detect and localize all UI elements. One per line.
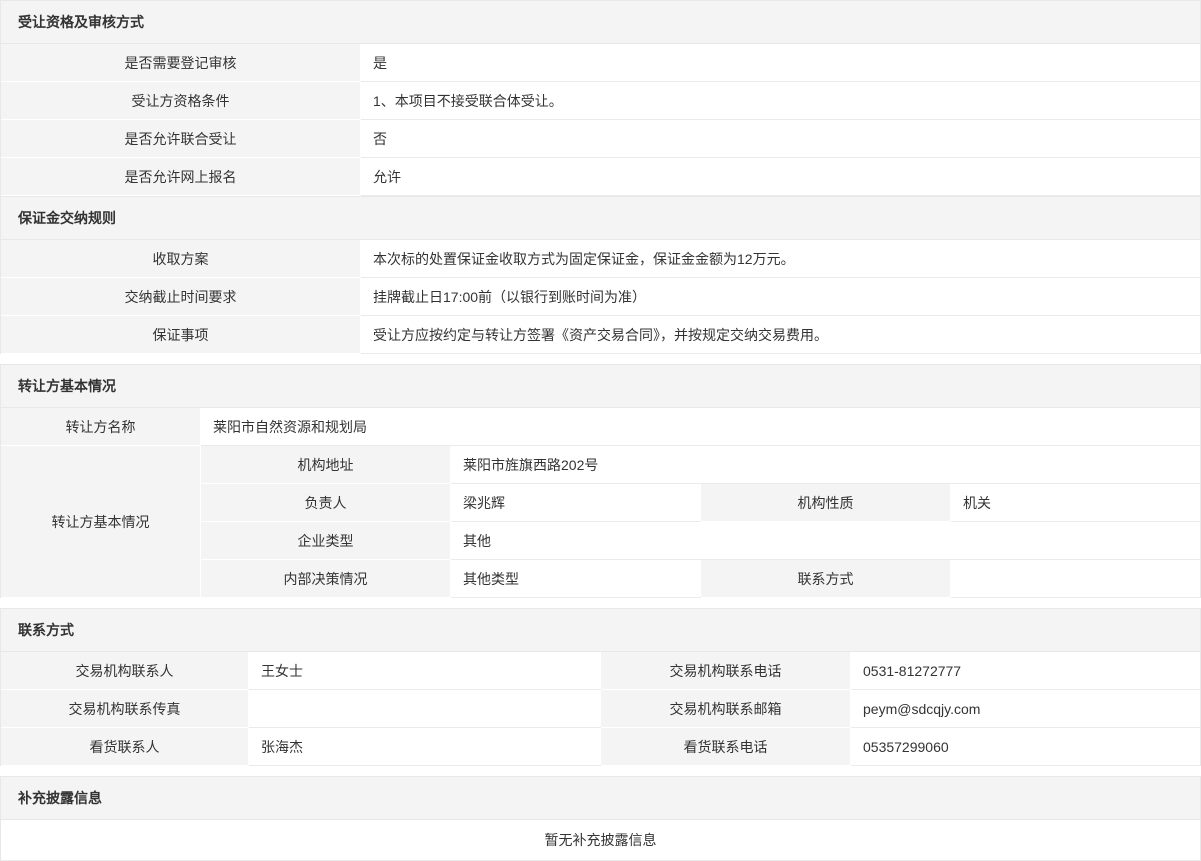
field-value: 梁兆辉 bbox=[451, 484, 701, 522]
table-row: 是否需要登记审核 是 bbox=[1, 44, 1200, 82]
field-value: 受让方应按约定与转让方签署《资产交易合同》，并按规定交纳交易费用。 bbox=[361, 316, 1200, 354]
table-row: 保证事项 受让方应按约定与转让方签署《资产交易合同》，并按规定交纳交易费用。 bbox=[1, 316, 1200, 354]
field-label: 联系方式 bbox=[701, 560, 951, 598]
section-header-row: 补充披露信息 bbox=[1, 776, 1200, 820]
field-label: 受让方资格条件 bbox=[1, 82, 361, 120]
section-title: 转让方基本情况 bbox=[1, 364, 1200, 408]
field-label: 交纳截止时间要求 bbox=[1, 278, 361, 316]
section-header-row: 保证金交纳规则 bbox=[1, 196, 1200, 240]
field-label: 转让方名称 bbox=[1, 408, 201, 446]
field-label: 保证事项 bbox=[1, 316, 361, 354]
table-row: 暂无补充披露信息 bbox=[1, 820, 1200, 861]
section-contact-table: 联系方式 交易机构联系人 王女士 交易机构联系电话 0531-81272777 … bbox=[0, 608, 1201, 766]
field-value bbox=[249, 690, 601, 728]
group-label: 转让方基本情况 bbox=[1, 446, 201, 598]
section-title: 补充披露信息 bbox=[1, 776, 1200, 820]
field-value bbox=[951, 560, 1200, 598]
table-row: 交纳截止时间要求 挂牌截止日17:00前（以银行到账时间为准） bbox=[1, 278, 1200, 316]
field-value: 其他 bbox=[451, 522, 1200, 560]
field-label: 负责人 bbox=[201, 484, 451, 522]
table-row: 转让方名称 莱阳市自然资源和规划局 bbox=[1, 408, 1200, 446]
section-header-row: 受让资格及审核方式 bbox=[1, 0, 1200, 44]
field-value: 本次标的处置保证金收取方式为固定保证金，保证金金额为12万元。 bbox=[361, 240, 1200, 278]
table-row: 交易机构联系人 王女士 交易机构联系电话 0531-81272777 bbox=[1, 652, 1200, 690]
table-row: 是否允许联合受让 否 bbox=[1, 120, 1200, 158]
field-label: 是否需要登记审核 bbox=[1, 44, 361, 82]
field-value: 否 bbox=[361, 120, 1200, 158]
field-label: 交易机构联系传真 bbox=[1, 690, 249, 728]
empty-disclosure-text: 暂无补充披露信息 bbox=[1, 820, 1200, 861]
field-label: 机构地址 bbox=[201, 446, 451, 484]
field-value: 王女士 bbox=[249, 652, 601, 690]
field-label: 企业类型 bbox=[201, 522, 451, 560]
field-value: 允许 bbox=[361, 158, 1200, 196]
table-row: 交易机构联系传真 交易机构联系邮箱 peym@sdcqjy.com bbox=[1, 690, 1200, 728]
field-label: 交易机构联系电话 bbox=[601, 652, 851, 690]
field-label: 是否允许联合受让 bbox=[1, 120, 361, 158]
section-qualification-table: 受让资格及审核方式 是否需要登记审核 是 受让方资格条件 1、本项目不接受联合体… bbox=[0, 0, 1201, 196]
section-header-row: 联系方式 bbox=[1, 608, 1200, 652]
field-label: 看货联系电话 bbox=[601, 728, 851, 766]
section-supplementary-table: 补充披露信息 暂无补充披露信息 bbox=[0, 776, 1201, 861]
table-row: 收取方案 本次标的处置保证金收取方式为固定保证金，保证金金额为12万元。 bbox=[1, 240, 1200, 278]
section-transferor-table: 转让方基本情况 转让方名称 莱阳市自然资源和规划局 转让方基本情况 机构地址 莱… bbox=[0, 364, 1201, 598]
field-label: 交易机构联系人 bbox=[1, 652, 249, 690]
section-deposit-table: 保证金交纳规则 收取方案 本次标的处置保证金收取方式为固定保证金，保证金金额为1… bbox=[0, 196, 1201, 354]
field-value: 0531-81272777 bbox=[851, 652, 1200, 690]
section-header-row: 转让方基本情况 bbox=[1, 364, 1200, 408]
field-value: 机关 bbox=[951, 484, 1200, 522]
table-row: 看货联系人 张海杰 看货联系电话 05357299060 bbox=[1, 728, 1200, 766]
section-title: 受让资格及审核方式 bbox=[1, 0, 1200, 44]
field-value: peym@sdcqjy.com bbox=[851, 690, 1200, 728]
field-label: 机构性质 bbox=[701, 484, 951, 522]
field-label: 内部决策情况 bbox=[201, 560, 451, 598]
field-value: 莱阳市自然资源和规划局 bbox=[201, 408, 1200, 446]
section-title: 联系方式 bbox=[1, 608, 1200, 652]
field-value: 1、本项目不接受联合体受让。 bbox=[361, 82, 1200, 120]
table-row: 受让方资格条件 1、本项目不接受联合体受让。 bbox=[1, 82, 1200, 120]
field-value: 是 bbox=[361, 44, 1200, 82]
table-row: 是否允许网上报名 允许 bbox=[1, 158, 1200, 196]
field-label: 交易机构联系邮箱 bbox=[601, 690, 851, 728]
field-label: 看货联系人 bbox=[1, 728, 249, 766]
field-value: 05357299060 bbox=[851, 728, 1200, 766]
table-row: 转让方基本情况 机构地址 莱阳市旌旗西路202号 bbox=[1, 446, 1200, 484]
field-label: 收取方案 bbox=[1, 240, 361, 278]
field-value: 张海杰 bbox=[249, 728, 601, 766]
field-value: 其他类型 bbox=[451, 560, 701, 598]
field-value: 莱阳市旌旗西路202号 bbox=[451, 446, 1200, 484]
field-label: 是否允许网上报名 bbox=[1, 158, 361, 196]
field-value: 挂牌截止日17:00前（以银行到账时间为准） bbox=[361, 278, 1200, 316]
section-title: 保证金交纳规则 bbox=[1, 196, 1200, 240]
